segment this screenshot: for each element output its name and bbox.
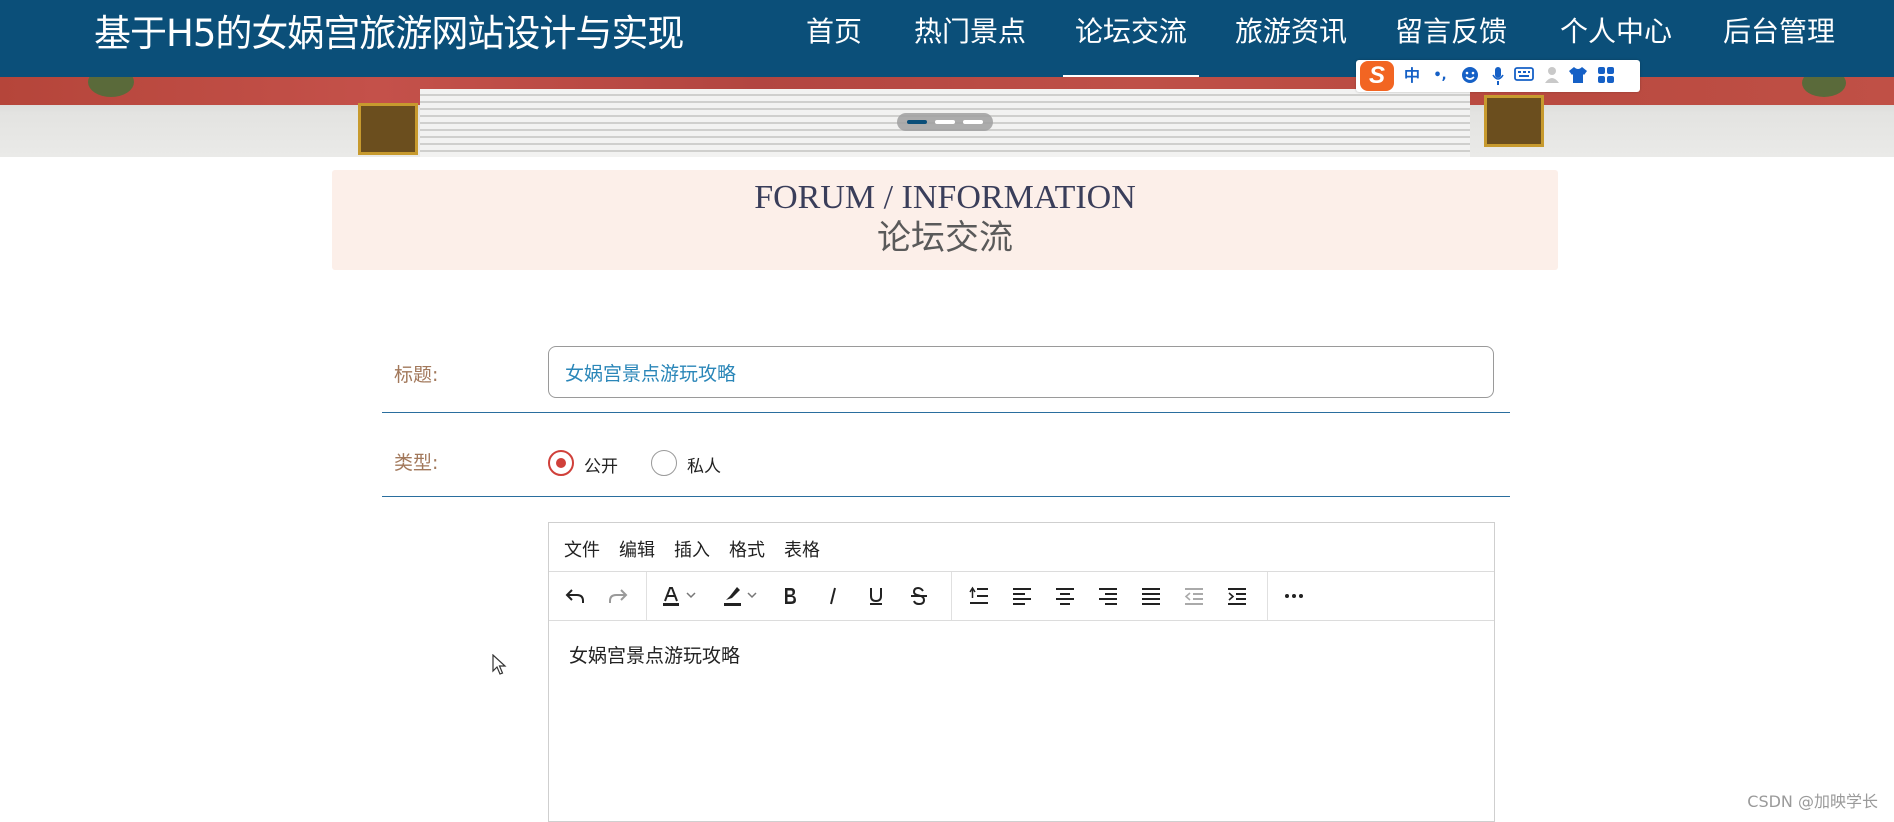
underline-icon[interactable] [859,580,893,612]
rich-text-editor: 文件 编辑 插入 格式 表格 女娲宫景点游玩攻略 [548,522,1495,822]
radio-private[interactable] [651,450,677,476]
banner-trash-bin [1484,95,1544,147]
menu-format[interactable]: 格式 [729,536,765,562]
type-label: 类型: [394,452,439,474]
bold-icon[interactable] [773,580,807,612]
title-label: 标题: [394,364,439,386]
align-center-icon[interactable] [1048,580,1082,612]
nav-item-news[interactable]: 旅游资讯 [1235,12,1347,52]
nav-item-admin[interactable]: 后台管理 [1723,12,1835,52]
microphone-icon[interactable] [1488,66,1508,86]
nav-item-feedback[interactable]: 留言反馈 [1395,12,1507,52]
line-height-icon[interactable] [962,580,996,612]
radio-public[interactable] [548,450,574,476]
toolbar-separator [1267,572,1268,620]
carousel-dot[interactable] [935,120,955,124]
carousel-dot[interactable] [907,120,927,124]
italic-icon[interactable] [816,580,850,612]
editor-menubar: 文件 编辑 插入 格式 表格 [549,523,1494,572]
emoji-icon[interactable] [1460,66,1480,86]
form-divider [382,412,1510,413]
text-color-icon[interactable] [655,580,701,612]
shirt-icon[interactable] [1568,66,1588,86]
align-left-icon[interactable] [1005,580,1039,612]
mouse-cursor-icon [492,653,508,680]
menu-insert[interactable]: 插入 [674,536,710,562]
menu-file[interactable]: 文件 [564,536,600,562]
menu-table[interactable]: 表格 [784,536,820,562]
ime-punct-toggle[interactable]: •, [1430,66,1450,86]
justify-icon[interactable] [1134,580,1168,612]
carousel-indicator [897,113,993,131]
radio-private-label[interactable]: 私人 [687,452,721,477]
watermark: CSDN @加映学长 [1747,792,1878,811]
toolbar-separator [951,572,952,620]
section-header: FORUM / INFORMATION 论坛交流 [332,170,1558,270]
form-divider [382,496,1510,497]
redo-icon[interactable] [601,580,635,612]
apps-icon[interactable] [1596,66,1616,86]
indent-icon[interactable] [1220,580,1254,612]
align-right-icon[interactable] [1091,580,1125,612]
highlight-icon[interactable] [716,580,762,612]
ime-mode-toggle[interactable]: 中 [1402,66,1422,86]
title-input[interactable] [548,346,1494,398]
more-icon[interactable] [1277,580,1311,612]
nav-item-attractions[interactable]: 热门景点 [914,12,1026,52]
undo-icon[interactable] [558,580,592,612]
strikethrough-icon[interactable] [902,580,936,612]
editor-toolbar [549,572,1494,621]
nav-item-profile[interactable]: 个人中心 [1560,12,1672,52]
editor-content[interactable]: 女娲宫景点游玩攻略 [569,641,740,668]
menu-edit[interactable]: 编辑 [619,536,655,562]
toolbar-separator [646,572,647,620]
ime-toolbar: S 中 •, [1356,60,1640,92]
user-icon[interactable] [1542,66,1562,86]
radio-public-label[interactable]: 公开 [584,452,618,477]
keyboard-icon[interactable] [1514,66,1534,86]
section-title-en: FORUM / INFORMATION [754,179,1136,216]
outdent-icon[interactable] [1177,580,1211,612]
carousel-dot[interactable] [963,120,983,124]
banner-trash-bin [358,103,418,155]
section-title-cn: 论坛交流 [877,218,1013,258]
nav-item-forum[interactable]: 论坛交流 [1062,12,1200,78]
nav-item-home[interactable]: 首页 [806,12,862,52]
ime-logo[interactable]: S [1360,61,1394,91]
